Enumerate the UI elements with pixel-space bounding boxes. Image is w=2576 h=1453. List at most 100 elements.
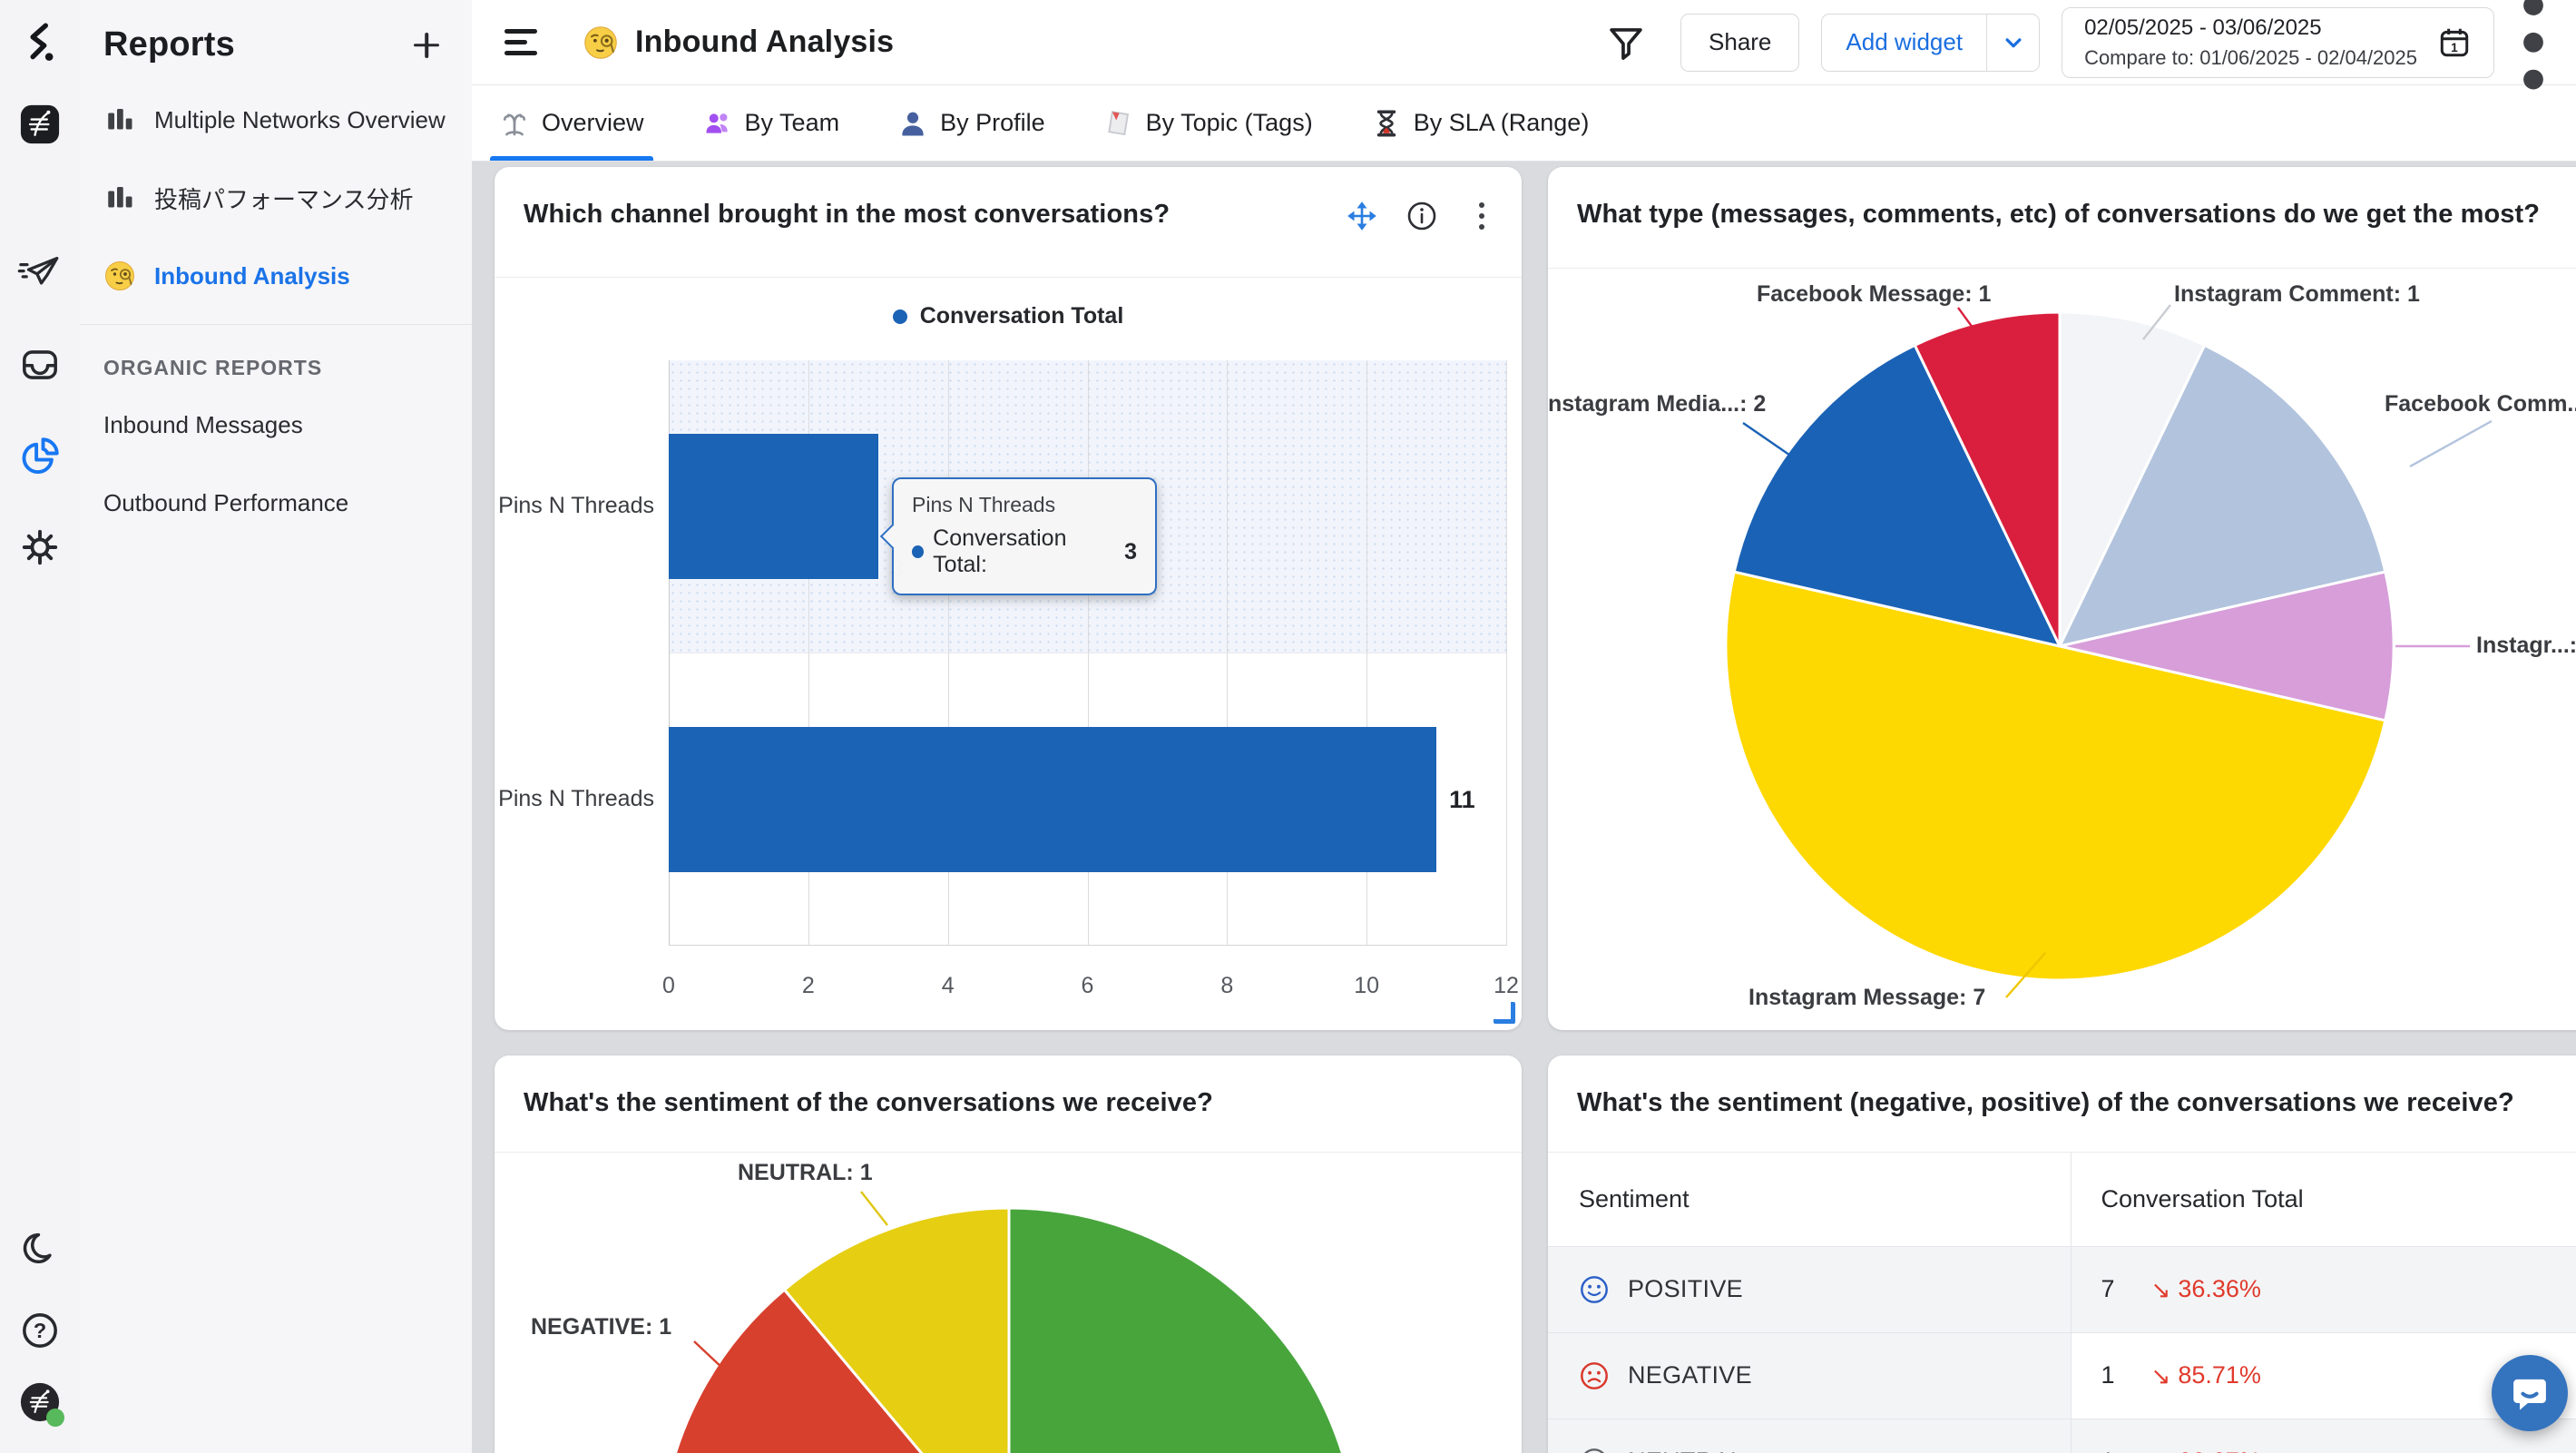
x-tick-label: 6 bbox=[1082, 973, 1094, 999]
sentiment-label: NEGATIVE bbox=[1628, 1361, 1752, 1389]
x-axis-ticks: 024681012 bbox=[669, 973, 1506, 1004]
change-percent: 66.67% bbox=[2178, 1448, 2261, 1453]
monocle-face-emoji-icon bbox=[103, 260, 136, 292]
sentiment-cell: POSITIVE bbox=[1548, 1246, 2071, 1332]
widget-menu-kebab-icon[interactable] bbox=[1465, 200, 1498, 232]
pie-label-instagram-media: Instagram Media...: 2 bbox=[1548, 391, 1766, 417]
workspace-tile-icon[interactable] bbox=[17, 102, 63, 147]
fountain-icon bbox=[499, 108, 530, 139]
report-tabs: Overview By Team By Profile By Topic (Ta… bbox=[472, 85, 2576, 162]
sentiment-label: POSITIVE bbox=[1628, 1275, 1743, 1303]
bar-category-labels: Pins N ThreadsPins N Threads bbox=[509, 360, 654, 946]
tab-by-profile[interactable]: By Profile bbox=[894, 85, 1049, 161]
share-button[interactable]: Share bbox=[1680, 14, 1799, 72]
info-icon[interactable] bbox=[1406, 200, 1438, 232]
tooltip-category: Pins N Threads bbox=[912, 493, 1137, 517]
collapse-sidebar-icon[interactable] bbox=[504, 29, 539, 56]
legend-dot bbox=[893, 309, 907, 324]
bar-pins-n-threads[interactable] bbox=[669, 434, 878, 579]
user-avatar[interactable] bbox=[17, 1379, 63, 1425]
sidebar-item-label: Outbound Performance bbox=[103, 489, 348, 517]
more-options-kebab-icon[interactable] bbox=[2518, 25, 2549, 61]
app-logo-icon[interactable] bbox=[17, 20, 63, 65]
move-widget-icon[interactable] bbox=[1346, 200, 1378, 232]
sentiment-table: Sentiment Conversation Total POSITIVE 7↘3… bbox=[1548, 1153, 2576, 1453]
widget-sentiment-pie: What's the sentiment of the conversation… bbox=[495, 1055, 1522, 1453]
date-range-value: 02/05/2025 - 03/06/2025 bbox=[2084, 15, 2417, 41]
profile-icon bbox=[897, 108, 928, 139]
tab-label: By Profile bbox=[940, 109, 1045, 137]
tab-overview[interactable]: Overview bbox=[495, 85, 648, 161]
widget-channel-conversations: Which channel brought in the most conver… bbox=[495, 167, 1522, 1030]
add-widget-button[interactable]: Add widget bbox=[1822, 15, 1986, 71]
change-badge: ↘85.71% bbox=[2151, 1361, 2261, 1389]
sidebar-section-label: ORGANIC REPORTS bbox=[80, 325, 472, 386]
hourglass-icon bbox=[1371, 108, 1402, 139]
settings-gear-icon[interactable] bbox=[17, 525, 63, 570]
conversation-total-value: 1 bbox=[2101, 1448, 2115, 1453]
bar-chart-icon bbox=[103, 103, 136, 136]
inbox-tray-icon[interactable] bbox=[17, 342, 63, 388]
dark-mode-moon-icon[interactable] bbox=[17, 1227, 63, 1272]
sidebar-item-outbound-performance[interactable]: Outbound Performance bbox=[80, 464, 472, 542]
widget-resize-handle[interactable] bbox=[1494, 1002, 1515, 1024]
trend-down-icon: ↘ bbox=[2151, 1450, 2171, 1453]
sidebar-title: Reports bbox=[103, 25, 235, 64]
legend-conversation-total[interactable]: Conversation Total bbox=[495, 303, 1522, 329]
date-range-picker[interactable]: 02/05/2025 - 03/06/2025 Compare to: 01/0… bbox=[2062, 7, 2494, 78]
pie-label-neutral: NEUTRAL: 1 bbox=[738, 1160, 873, 1186]
smile-face-icon bbox=[1579, 1274, 1610, 1305]
pie-label-negative: NEGATIVE: 1 bbox=[531, 1314, 671, 1340]
column-header-sentiment: Sentiment bbox=[1548, 1153, 2071, 1246]
conversation-total-value: 7 bbox=[2101, 1275, 2115, 1303]
total-cell: 7↘36.36% bbox=[2071, 1246, 2576, 1332]
total-cell: 1 ↘ 66.67% bbox=[2071, 1419, 2576, 1453]
reports-pie-icon[interactable] bbox=[17, 434, 63, 479]
new-report-button[interactable] bbox=[408, 27, 445, 64]
table-row-positive: POSITIVE 7↘36.36% bbox=[1548, 1246, 2576, 1332]
tab-by-sla-range[interactable]: By SLA (Range) bbox=[1367, 85, 1593, 161]
bar-chart-plot: 311 bbox=[669, 360, 1506, 946]
widget-title: What's the sentiment (negative, positive… bbox=[1577, 1088, 2576, 1118]
chat-launcher-button[interactable] bbox=[2492, 1355, 2568, 1431]
help-icon[interactable]: ? bbox=[17, 1308, 63, 1353]
legend-label: Conversation Total bbox=[920, 303, 1124, 329]
publishing-plane-icon[interactable] bbox=[17, 250, 63, 296]
sidebar-item-label: Inbound Analysis bbox=[154, 262, 350, 290]
monocle-face-emoji-icon bbox=[583, 25, 619, 61]
series-dot bbox=[912, 545, 924, 558]
sidebar-item-post-performance[interactable]: 投稿パフォーマンス分析 bbox=[80, 159, 472, 237]
chat-bubble-icon bbox=[2510, 1373, 2550, 1413]
pie-label-instagram: Instagr...: 1 bbox=[2476, 633, 2576, 659]
frown-face-icon bbox=[1579, 1360, 1610, 1391]
page-title: Inbound Analysis bbox=[635, 25, 894, 60]
widget-sentiment-table: What's the sentiment (negative, positive… bbox=[1548, 1055, 2576, 1453]
tab-by-topic-tags[interactable]: By Topic (Tags) bbox=[1100, 85, 1317, 161]
bar-pins-n-threads[interactable] bbox=[669, 727, 1436, 872]
tab-by-team[interactable]: By Team bbox=[699, 85, 844, 161]
x-tick-label: 2 bbox=[802, 973, 815, 999]
pie-label-instagram-comment: Instagram Comment: 1 bbox=[2174, 281, 2420, 308]
x-tick-label: 8 bbox=[1220, 973, 1233, 999]
sentiment-cell: NEUTRAL bbox=[1548, 1419, 2071, 1453]
calendar-icon: 1 bbox=[2437, 25, 2472, 60]
conversation-types-pie bbox=[1548, 167, 2576, 1030]
icon-rail: ? bbox=[0, 0, 80, 1453]
sidebar-item-inbound-messages[interactable]: Inbound Messages bbox=[80, 386, 472, 464]
tooltip-value: 3 bbox=[1124, 539, 1137, 565]
bookmark-icon bbox=[1103, 108, 1134, 139]
sidebar-item-inbound-analysis[interactable]: Inbound Analysis bbox=[80, 237, 472, 315]
filter-funnel-icon[interactable] bbox=[1606, 23, 1646, 63]
conversation-total-value: 1 bbox=[2101, 1361, 2115, 1389]
svg-text:1: 1 bbox=[2451, 41, 2458, 54]
sidebar-item-label: 投稿パフォーマンス分析 bbox=[154, 182, 413, 215]
x-tick-label: 12 bbox=[1494, 973, 1519, 999]
add-widget-split-button: Add widget bbox=[1821, 14, 2040, 72]
sentiment-label: NEUTRAL bbox=[1628, 1448, 1744, 1453]
sidebar-item-multiple-networks[interactable]: Multiple Networks Overview bbox=[80, 81, 472, 159]
bar-chart-icon bbox=[103, 182, 136, 214]
sentiment-pie bbox=[495, 1055, 1522, 1453]
app-root: ? Reports Multiple Networks Overview 投 bbox=[0, 0, 2576, 1453]
column-header-conversation-total: Conversation Total bbox=[2071, 1153, 2576, 1246]
add-widget-dropdown[interactable] bbox=[1986, 15, 2039, 71]
